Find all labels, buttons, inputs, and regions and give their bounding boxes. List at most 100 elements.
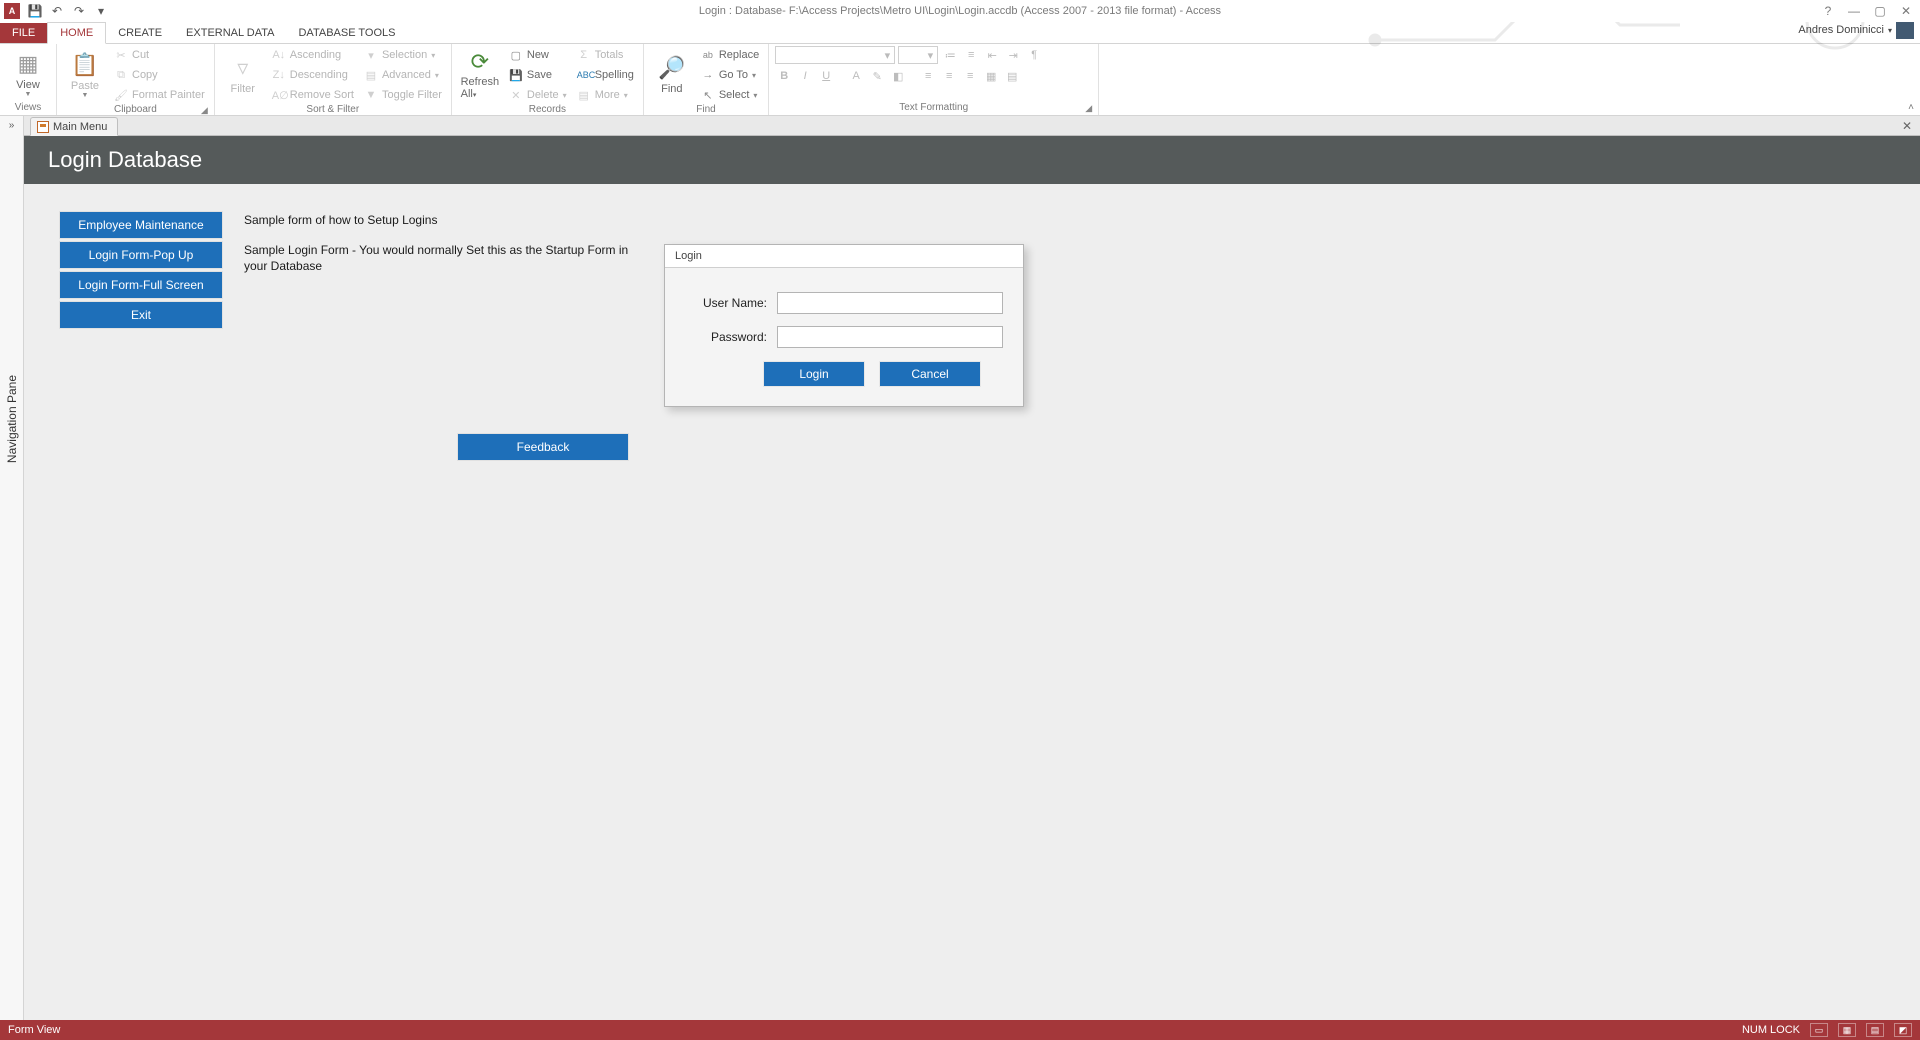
- login-button[interactable]: Login: [764, 362, 864, 386]
- doc-tab-main-menu[interactable]: Main Menu: [30, 117, 118, 136]
- align-right-icon[interactable]: ≡: [961, 67, 979, 85]
- sigma-icon: Σ: [577, 49, 591, 61]
- font-name-select[interactable]: ▾: [775, 46, 895, 64]
- underline-icon[interactable]: U: [817, 67, 835, 85]
- view-form-icon[interactable]: ▭: [1810, 1023, 1828, 1037]
- desc-line-1: Sample form of how to Setup Logins: [244, 212, 634, 228]
- indent-decrease-icon[interactable]: ⇤: [983, 46, 1001, 64]
- scissors-icon: ✂: [114, 49, 128, 62]
- align-center-icon[interactable]: ≡: [940, 67, 958, 85]
- toggle-filter-button[interactable]: ▼Toggle Filter: [361, 86, 445, 104]
- view-button[interactable]: ▦ View ▼: [6, 46, 50, 102]
- status-left: Form View: [8, 1024, 60, 1036]
- numbering-icon[interactable]: ≡: [962, 46, 980, 64]
- close-icon[interactable]: ✕: [1896, 4, 1916, 18]
- employee-maintenance-button[interactable]: Employee Maintenance: [60, 212, 222, 238]
- align-left-icon[interactable]: ≡: [919, 67, 937, 85]
- filter-button[interactable]: ▿ Filter: [221, 46, 265, 104]
- fill-color-icon[interactable]: ◧: [889, 67, 907, 85]
- brush-icon: 🖌: [114, 89, 128, 102]
- tab-file[interactable]: FILE: [0, 23, 47, 43]
- format-painter-button[interactable]: 🖌Format Painter: [111, 86, 208, 104]
- ribbon-collapse-icon[interactable]: ˄: [1908, 102, 1914, 113]
- text-direction-icon[interactable]: ¶: [1025, 46, 1043, 64]
- highlight-icon[interactable]: ✎: [868, 67, 886, 85]
- doc-tab-label: Main Menu: [53, 121, 107, 133]
- cut-button[interactable]: ✂Cut: [111, 46, 208, 64]
- window-title: Login : Database- F:\Access Projects\Met…: [699, 5, 1221, 17]
- save-icon: 💾: [509, 69, 523, 82]
- sort-desc-button[interactable]: Z↓Descending: [269, 66, 357, 84]
- sort-desc-icon: Z↓: [272, 69, 286, 81]
- bullets-icon[interactable]: ≔: [941, 46, 959, 64]
- maximize-icon[interactable]: ▢: [1870, 4, 1890, 18]
- copy-button[interactable]: ⧉Copy: [111, 66, 208, 84]
- paste-button[interactable]: 📋 Paste ▼: [63, 46, 107, 104]
- gridlines-icon[interactable]: ▦: [982, 67, 1000, 85]
- doc-tab-close-icon[interactable]: ✕: [1902, 119, 1912, 133]
- ribbon-group-text-formatting: ▾ ▾ ≔ ≡ ⇤ ⇥ ¶ B I U A ✎ ◧ ≡: [769, 44, 1099, 115]
- find-button[interactable]: 🔎 Find: [650, 46, 694, 104]
- description-text: Sample form of how to Setup Logins Sampl…: [244, 212, 634, 275]
- qat-redo-icon[interactable]: ↷: [70, 2, 88, 20]
- font-size-select[interactable]: ▾: [898, 46, 938, 64]
- view-design-icon[interactable]: ◩: [1894, 1023, 1912, 1037]
- cancel-button[interactable]: Cancel: [880, 362, 980, 386]
- refresh-all-button[interactable]: ⟳ RefreshAll▾: [458, 46, 502, 104]
- goto-button[interactable]: →Go To▾: [698, 66, 762, 84]
- qat-customize-icon[interactable]: ▾: [92, 2, 110, 20]
- bold-icon[interactable]: B: [775, 67, 793, 85]
- toggle-filter-icon: ▼: [364, 89, 378, 101]
- qat-undo-icon[interactable]: ↶: [48, 2, 66, 20]
- font-color-icon[interactable]: A: [847, 67, 865, 85]
- minimize-icon[interactable]: —: [1844, 4, 1864, 18]
- feedback-button[interactable]: Feedback: [458, 434, 628, 460]
- more-button[interactable]: ▤More▾: [574, 86, 637, 104]
- navpane-label[interactable]: Navigation Pane: [5, 375, 19, 463]
- statusbar: Form View NUM LOCK ▭ ▦ ▤ ◩: [0, 1020, 1920, 1040]
- advanced-filter-icon: ▤: [364, 69, 378, 82]
- sort-asc-button[interactable]: A↓Ascending: [269, 46, 357, 64]
- status-numlock: NUM LOCK: [1742, 1024, 1800, 1036]
- spelling-button[interactable]: ABCSpelling: [574, 66, 637, 84]
- remove-sort-button[interactable]: A∅Remove Sort: [269, 86, 357, 104]
- replace-button[interactable]: abReplace: [698, 46, 762, 64]
- tab-database-tools[interactable]: DATABASE TOOLS: [286, 23, 407, 43]
- navpane-expand-icon[interactable]: »: [9, 116, 15, 135]
- group-label-views: Views: [6, 102, 50, 115]
- delete-record-button[interactable]: ✕Delete▾: [506, 86, 570, 104]
- chevron-down-icon: ▼: [25, 91, 32, 98]
- exit-button[interactable]: Exit: [60, 302, 222, 328]
- dialog-launcher-icon[interactable]: ◢: [1085, 103, 1092, 114]
- ribbon-group-clipboard: 📋 Paste ▼ ✂Cut ⧉Copy 🖌Format Painter Cli…: [57, 44, 215, 115]
- indent-increase-icon[interactable]: ⇥: [1004, 46, 1022, 64]
- selection-button[interactable]: ▾Selection▾: [361, 46, 445, 64]
- view-layout-icon[interactable]: ▤: [1866, 1023, 1884, 1037]
- new-record-button[interactable]: ▢New: [506, 46, 570, 64]
- tab-create[interactable]: CREATE: [106, 23, 174, 43]
- select-button[interactable]: ↖Select▾: [698, 86, 762, 104]
- login-form-popup-button[interactable]: Login Form-Pop Up: [60, 242, 222, 268]
- clipboard-icon: 📋: [71, 52, 98, 78]
- copy-icon: ⧉: [114, 69, 128, 82]
- dialog-launcher-icon[interactable]: ◢: [201, 105, 208, 116]
- tab-home[interactable]: HOME: [47, 22, 106, 44]
- login-form-fullscreen-button[interactable]: Login Form-Full Screen: [60, 272, 222, 298]
- advanced-button[interactable]: ▤Advanced▾: [361, 66, 445, 84]
- password-input[interactable]: [777, 326, 1003, 348]
- ribbon-group-views: ▦ View ▼ Views: [0, 44, 57, 115]
- username-input[interactable]: [777, 292, 1003, 314]
- new-icon: ▢: [509, 49, 523, 62]
- view-datasheet-icon[interactable]: ▦: [1838, 1023, 1856, 1037]
- qat-save-icon[interactable]: 💾: [26, 2, 44, 20]
- save-record-button[interactable]: 💾Save: [506, 66, 570, 84]
- form-area: Login Database Employee Maintenance Logi…: [24, 136, 1920, 1020]
- alt-row-color-icon[interactable]: ▤: [1003, 67, 1021, 85]
- help-icon[interactable]: ?: [1818, 4, 1838, 18]
- chevron-down-icon: ▾: [1888, 26, 1892, 35]
- totals-button[interactable]: ΣTotals: [574, 46, 637, 64]
- tab-external-data[interactable]: EXTERNAL DATA: [174, 23, 286, 43]
- avatar: [1896, 21, 1914, 39]
- italic-icon[interactable]: I: [796, 67, 814, 85]
- datasheet-icon: ▦: [18, 51, 39, 77]
